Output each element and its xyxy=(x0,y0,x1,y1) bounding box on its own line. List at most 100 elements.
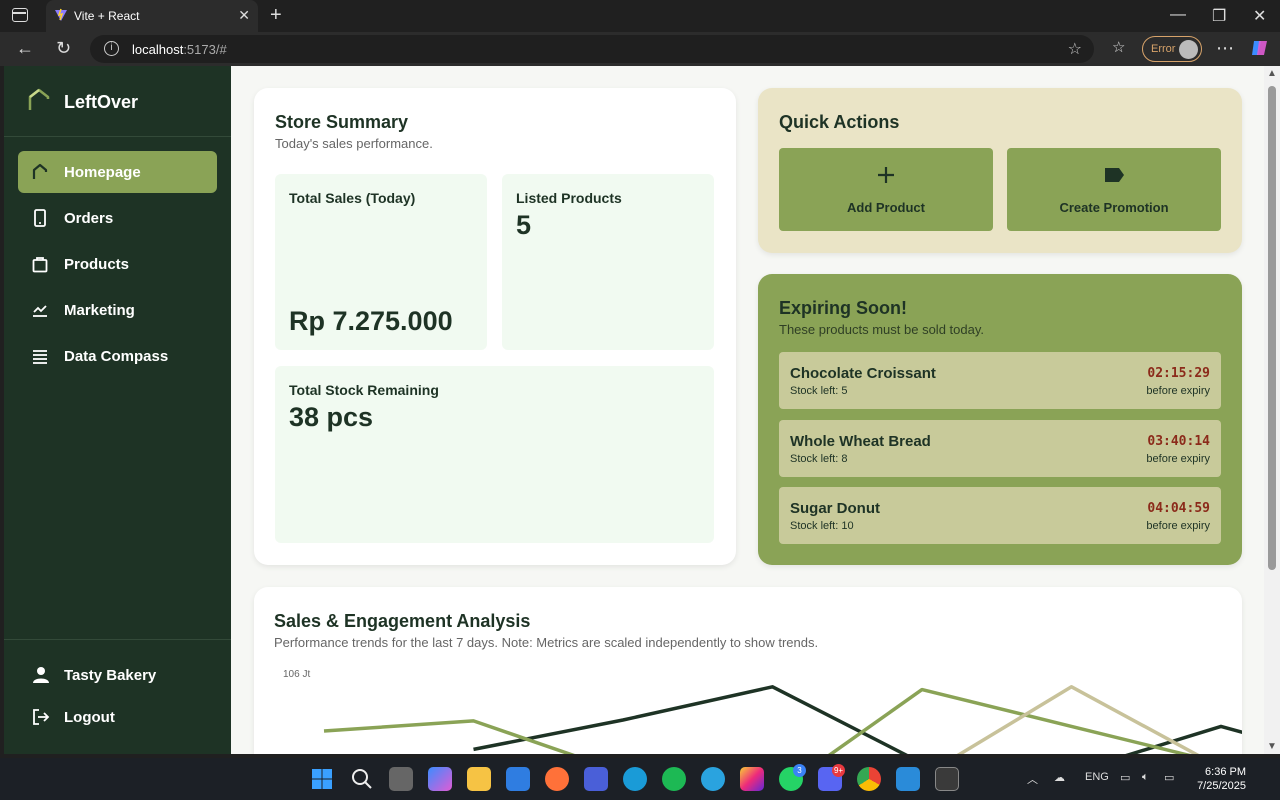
store-icon[interactable] xyxy=(506,767,530,791)
favorites-icon[interactable]: ☆ xyxy=(1112,38,1125,56)
brand-name: LeftOver xyxy=(64,92,139,112)
quick-actions-card: Quick Actions Add Product Create Promoti… xyxy=(758,88,1242,253)
bookmark-star-icon[interactable]: ☆ xyxy=(1068,39,1082,59)
battery-icon[interactable]: ▭ xyxy=(1164,771,1174,784)
stock-left: Stock left: 10 xyxy=(790,520,854,532)
volume-icon[interactable]: 🔈︎ xyxy=(1142,771,1149,784)
language-indicator[interactable]: ENG xyxy=(1085,771,1109,783)
minimize-icon[interactable]: — xyxy=(1170,6,1186,24)
more-menu-icon[interactable]: ⋯ xyxy=(1216,38,1234,59)
user-profile[interactable]: Tasty Bakery xyxy=(18,658,217,694)
discord-badge: 9+ xyxy=(832,764,845,777)
back-icon[interactable]: ← xyxy=(16,38,34,59)
listed-products-stat: Listed Products 5 xyxy=(502,174,714,350)
scroll-up-icon[interactable]: ▲ xyxy=(1267,68,1277,79)
sidebar-item-label: Homepage xyxy=(64,164,141,181)
copilot-icon[interactable] xyxy=(428,767,452,791)
sidebar-item-data-compass[interactable]: Data Compass xyxy=(18,335,217,377)
chart-series-line-2 xyxy=(323,687,1191,754)
browser-tab[interactable]: Vite + React ✕ xyxy=(46,0,258,32)
new-tab-icon[interactable]: + xyxy=(270,4,282,27)
chart-series-line-1 xyxy=(473,685,1242,754)
tray-chevron-icon[interactable]: ︿ xyxy=(1027,771,1038,787)
site-info-icon[interactable]: i xyxy=(104,41,119,56)
network-icon[interactable]: ▭ xyxy=(1120,771,1130,784)
scroll-down-icon[interactable]: ▼ xyxy=(1267,741,1277,752)
sidebar: LeftOver Homepage Orders Products Market… xyxy=(4,66,231,754)
spotify-icon[interactable] xyxy=(662,767,686,791)
list-icon xyxy=(33,350,47,364)
sidebar-item-orders[interactable]: Orders xyxy=(18,197,217,239)
browser-tab-bar: Vite + React ✕ + — ❐ ✕ xyxy=(0,0,1280,32)
profile-error-button[interactable]: Error xyxy=(1142,36,1202,62)
instagram-icon[interactable] xyxy=(740,767,764,791)
copilot-icon[interactable] xyxy=(1250,38,1270,58)
reload-icon[interactable]: ↻ xyxy=(56,38,71,59)
logout-button[interactable]: Logout xyxy=(18,700,217,736)
product-name: Whole Wheat Bread xyxy=(790,433,931,450)
maximize-icon[interactable]: ❐ xyxy=(1212,6,1226,26)
divider xyxy=(4,136,231,137)
tab-title: Vite + React xyxy=(74,9,140,23)
profile-status: Error xyxy=(1151,43,1176,55)
system-clock[interactable]: 6:36 PM 7/25/2025 xyxy=(1190,765,1246,793)
logout-icon xyxy=(33,709,50,725)
sidebar-item-marketing[interactable]: Marketing xyxy=(18,289,217,331)
listed-products-value: 5 xyxy=(516,210,532,240)
listed-products-label: Listed Products xyxy=(516,190,622,206)
vite-logo-icon xyxy=(55,8,67,21)
url-input[interactable]: i localhost:5173/# ☆ xyxy=(90,35,1094,63)
vscode-icon[interactable] xyxy=(896,767,920,791)
sidebar-item-products[interactable]: Products xyxy=(18,243,217,285)
stock-left: Stock left: 5 xyxy=(790,385,848,397)
onedrive-icon[interactable]: ☁ xyxy=(1054,771,1065,784)
list-item[interactable]: Chocolate Croissant Stock left: 5 02:15:… xyxy=(779,352,1221,409)
product-name: Chocolate Croissant xyxy=(790,365,936,382)
app-icon[interactable] xyxy=(584,767,608,791)
quick-actions-title: Quick Actions xyxy=(779,112,900,132)
list-item[interactable]: Sugar Donut Stock left: 10 04:04:59 befo… xyxy=(779,487,1221,544)
terminal-icon[interactable] xyxy=(935,767,959,791)
user-name: Tasty Bakery xyxy=(64,667,157,684)
sidebar-item-label: Products xyxy=(64,256,130,273)
scrollbar-thumb[interactable] xyxy=(1268,86,1276,570)
chrome-icon[interactable] xyxy=(857,767,881,791)
sidebar-item-label: Data Compass xyxy=(64,348,169,365)
user-icon xyxy=(33,667,49,683)
store-summary-subtitle: Today's sales performance. xyxy=(275,136,433,151)
tag-icon xyxy=(1105,168,1124,182)
task-view-icon[interactable] xyxy=(389,767,413,791)
page-scrollbar[interactable]: ▲ ▼ xyxy=(1264,66,1280,754)
close-window-icon[interactable]: ✕ xyxy=(1253,6,1266,26)
analysis-card: Sales & Engagement Analysis Performance … xyxy=(254,587,1242,754)
before-expiry-label: before expiry xyxy=(1146,385,1210,397)
store-summary-title: Store Summary xyxy=(275,112,409,132)
list-item[interactable]: Whole Wheat Bread Stock left: 8 03:40:14… xyxy=(779,420,1221,477)
add-product-button[interactable]: Add Product xyxy=(779,148,993,231)
clock-time: 6:36 PM xyxy=(1205,766,1246,778)
sidebar-toggle-icon[interactable] xyxy=(12,8,28,22)
telegram-icon[interactable] xyxy=(701,767,725,791)
countdown-timer: 03:40:14 xyxy=(1147,434,1210,449)
chart-line-icon xyxy=(33,305,47,317)
firefox-icon[interactable] xyxy=(545,767,569,791)
taskbar: 3 9+ ︿ ☁ ENG ▭ 🔈︎ ▭ 6:36 PM 7/25/2025 xyxy=(0,758,1280,800)
edge-icon[interactable] xyxy=(623,767,647,791)
create-promotion-label: Create Promotion xyxy=(1059,200,1169,215)
search-icon[interactable] xyxy=(350,767,374,791)
file-explorer-icon[interactable] xyxy=(467,767,491,791)
clock-date: 7/25/2025 xyxy=(1197,780,1246,792)
plus-icon xyxy=(878,167,894,183)
create-promotion-button[interactable]: Create Promotion xyxy=(1007,148,1221,231)
total-sales-value: Rp 7.275.000 xyxy=(289,306,453,336)
divider xyxy=(4,639,231,640)
house-icon xyxy=(32,163,48,179)
product-name: Sugar Donut xyxy=(790,500,880,517)
countdown-timer: 02:15:29 xyxy=(1147,366,1210,381)
app-viewport: LeftOver Homepage Orders Products Market… xyxy=(4,66,1264,754)
sidebar-item-homepage[interactable]: Homepage xyxy=(18,151,217,193)
windows-start-icon[interactable] xyxy=(310,767,334,791)
sidebar-item-label: Orders xyxy=(64,210,114,227)
tab-close-icon[interactable]: ✕ xyxy=(238,7,250,24)
url-host: localhost xyxy=(132,42,184,57)
